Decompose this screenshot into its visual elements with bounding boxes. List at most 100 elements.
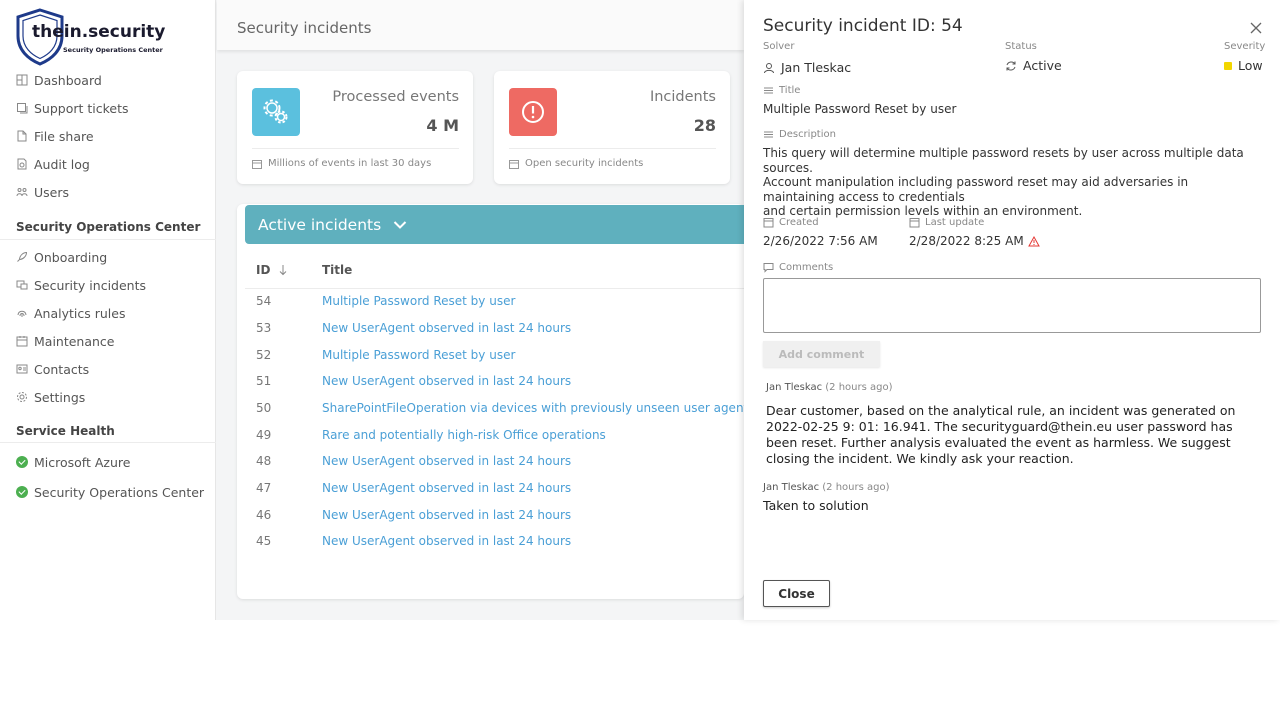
- close-icon[interactable]: [1249, 21, 1263, 35]
- incident-title-link[interactable]: New UserAgent observed in last 24 hours: [322, 454, 571, 468]
- comment-icon: [763, 263, 774, 273]
- incident-id: 50: [256, 401, 272, 415]
- table-row[interactable]: 45 New UserAgent observed in last 24 hour…: [245, 528, 744, 554]
- incident-title-link[interactable]: New UserAgent observed in last 24 hours: [322, 508, 571, 522]
- divider: [0, 239, 216, 240]
- add-comment-button[interactable]: Add comment: [763, 341, 880, 367]
- table-row[interactable]: 48 New UserAgent observed in last 24 hour…: [245, 448, 744, 474]
- column-header-title[interactable]: Title: [322, 263, 352, 277]
- sidebar-item-maintenance[interactable]: Maintenance: [0, 327, 216, 355]
- sidebar-item-label: Users: [34, 184, 70, 200]
- severity-text: Low: [1238, 58, 1263, 73]
- incident-title-link[interactable]: Multiple Password Reset by user: [322, 294, 515, 308]
- incident-title-link[interactable]: New UserAgent observed in last 24 hours: [322, 481, 571, 495]
- main-nav: Dashboard Support tickets File share Aud…: [0, 66, 216, 206]
- health-item-soc[interactable]: Security Operations Center: [0, 477, 216, 507]
- table-row[interactable]: 51 New UserAgent observed in last 24 hour…: [245, 368, 744, 394]
- table-row[interactable]: 52 Multiple Password Reset by user: [245, 342, 744, 368]
- soc-nav: Onboarding Security incidents Analytics …: [0, 243, 216, 411]
- sidebar-item-label: Contacts: [34, 361, 90, 377]
- incident-detail-drawer: Security incident ID: 54 Solver Jan Tles…: [744, 0, 1280, 620]
- status-text: Active: [1023, 58, 1062, 73]
- comment-author: Jan Tleskac (2 hours ago): [766, 382, 893, 393]
- table-row[interactable]: 53 New UserAgent observed in last 24 hour…: [245, 315, 744, 341]
- table-row[interactable]: 49 Rare and potentially high-risk Office …: [245, 422, 744, 448]
- card-label: Processed events: [332, 89, 459, 105]
- card-value: 28: [693, 116, 716, 135]
- active-incidents-toggle[interactable]: Active incidents: [245, 205, 744, 244]
- solver-value: Jan Tleskac: [763, 60, 851, 75]
- sidebar-item-settings[interactable]: Settings: [0, 383, 216, 411]
- incident-title-link[interactable]: New UserAgent observed in last 24 hours: [322, 534, 571, 548]
- dashboard-icon: [16, 74, 28, 86]
- brand-logo[interactable]: thein.security Security Operations Cente…: [14, 8, 166, 66]
- created-value: 2/26/2022 7:56 AM: [763, 234, 878, 248]
- updated-value: 2/28/2022 8:25 AM: [909, 234, 1040, 248]
- incident-title-link[interactable]: Rare and potentially high-risk Office op…: [322, 428, 606, 442]
- lines-icon: [764, 87, 773, 94]
- comment-time: (2 hours ago): [822, 482, 890, 493]
- list-title: Active incidents: [258, 215, 382, 234]
- table-row[interactable]: 46 New UserAgent observed in last 24 hour…: [245, 502, 744, 528]
- severity-label: Severity: [1224, 41, 1266, 52]
- incident-id: 54: [256, 294, 272, 308]
- health-item-microsoft-azure[interactable]: Microsoft Azure: [0, 447, 216, 477]
- ticket-icon: [16, 102, 28, 114]
- sidebar-item-file-share[interactable]: File share: [0, 122, 216, 150]
- sidebar-item-onboarding[interactable]: Onboarding: [0, 243, 216, 271]
- sidebar-item-contacts[interactable]: Contacts: [0, 355, 216, 383]
- health-nav: Microsoft Azure Security Operations Cent…: [0, 447, 216, 507]
- sidebar: thein.security Security Operations Cente…: [0, 0, 216, 620]
- description-label-text: Description: [779, 129, 836, 140]
- sidebar-item-label: Support tickets: [34, 100, 129, 116]
- health-item-label: Microsoft Azure: [34, 454, 131, 470]
- incidents-card: Incidents 28 Open security incidents: [494, 71, 730, 184]
- comments-label-text: Comments: [779, 262, 834, 273]
- sidebar-item-users[interactable]: Users: [0, 178, 216, 206]
- card-value: 4 M: [426, 116, 459, 135]
- health-item-label: Security Operations Center: [34, 484, 205, 500]
- column-header-id[interactable]: ID: [256, 263, 287, 277]
- table-row[interactable]: 50 SharePointFileOperation via devices wi…: [245, 395, 755, 421]
- updated-label-text: Last update: [925, 217, 985, 228]
- divider: [509, 148, 716, 149]
- header: Security incidents: [217, 0, 744, 50]
- sidebar-item-audit-log[interactable]: Audit log: [0, 150, 216, 178]
- incident-title-link[interactable]: Multiple Password Reset by user: [322, 348, 515, 362]
- calendar-icon: [763, 218, 774, 228]
- status-label: Status: [1005, 41, 1037, 52]
- description-line: Account manipulation including password …: [763, 175, 1189, 204]
- card-footer-text: Open security incidents: [525, 158, 644, 169]
- created-label-text: Created: [779, 217, 819, 228]
- comment-textarea[interactable]: [763, 278, 1261, 333]
- incident-id: 46: [256, 508, 272, 522]
- incident-description: This query will determine multiple passw…: [763, 146, 1263, 219]
- card-footer: Millions of events in last 30 days: [252, 158, 431, 169]
- sidebar-item-analytics-rules[interactable]: Analytics rules: [0, 299, 216, 327]
- sidebar-item-label: Onboarding: [34, 249, 108, 265]
- severity-indicator: [1224, 61, 1232, 70]
- table-row[interactable]: 47 New UserAgent observed in last 24 hour…: [245, 475, 744, 501]
- comment-author-name: Jan Tleskac: [766, 382, 823, 393]
- sidebar-item-label: Audit log: [34, 156, 90, 172]
- sidebar-item-support-tickets[interactable]: Support tickets: [0, 94, 216, 122]
- table-row[interactable]: 54 Multiple Password Reset by user: [245, 288, 744, 314]
- sidebar-item-security-incidents[interactable]: Security incidents: [0, 271, 216, 299]
- comments-label: Comments: [763, 262, 833, 273]
- file-icon: [16, 130, 28, 142]
- incident-title-link[interactable]: SharePointFileOperation via devices with…: [322, 401, 755, 415]
- incident-title-link[interactable]: New UserAgent observed in last 24 hours: [322, 374, 571, 388]
- warning-icon: [1027, 235, 1040, 246]
- description-line: This query will determine multiple passw…: [763, 146, 1244, 175]
- brand-name: thein.security: [32, 22, 166, 42]
- sidebar-item-label: Settings: [34, 389, 86, 405]
- close-button[interactable]: Close: [763, 580, 830, 607]
- title-label-text: Title: [779, 85, 801, 96]
- updated-label: Last update: [909, 217, 984, 228]
- incident-title-link[interactable]: New UserAgent observed in last 24 hours: [322, 321, 571, 335]
- incident-id: 52: [256, 348, 272, 362]
- sidebar-item-dashboard[interactable]: Dashboard: [0, 66, 216, 94]
- card-footer: Open security incidents: [509, 158, 643, 169]
- severity-value: Low: [1224, 58, 1263, 73]
- page-title: Security incidents: [237, 19, 372, 37]
